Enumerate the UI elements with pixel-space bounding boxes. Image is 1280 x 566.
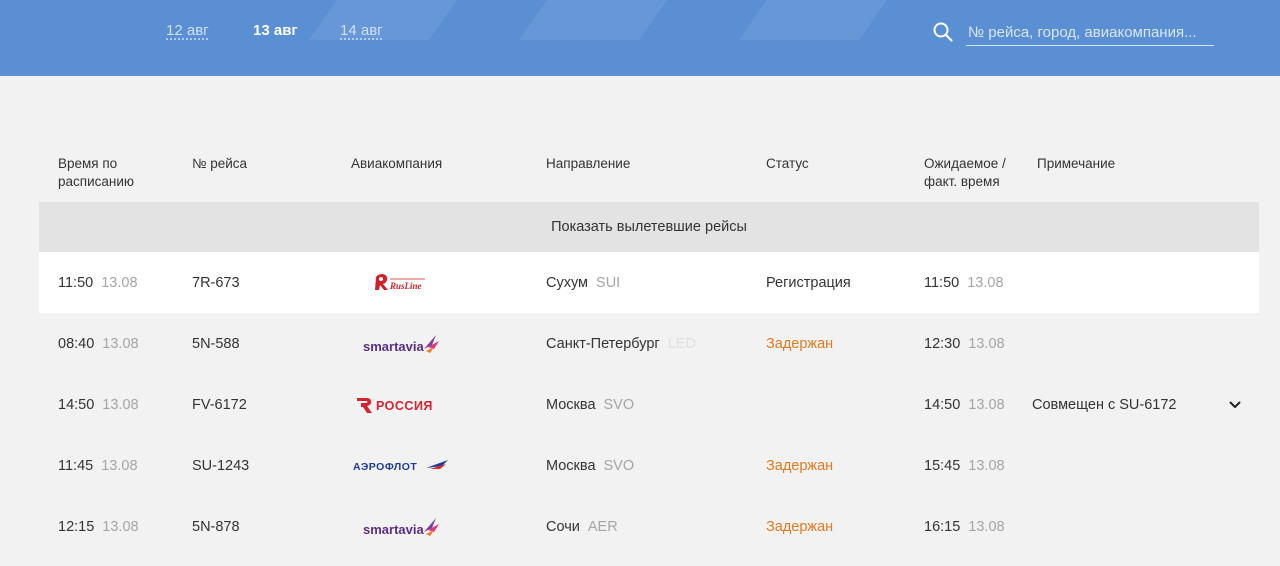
scheduled-time: 11:45 13.08 — [58, 435, 138, 496]
show-departed-button[interactable]: Показать вылетевшие рейсы — [39, 202, 1259, 252]
scheduled-time: 12:15 13.08 — [58, 496, 139, 557]
rusline-logo: RusLine — [375, 273, 425, 291]
search-icon[interactable] — [932, 21, 954, 43]
col-flight: № рейса — [192, 156, 248, 171]
rusline-wordmark: RusLine — [389, 281, 422, 291]
airline-logo-smartavia: smartavia — [362, 313, 442, 374]
status: Регистрация — [766, 274, 851, 291]
airport-code: SVO — [603, 396, 635, 413]
airline-logo-rusline: RusLine — [373, 252, 427, 313]
date-value: 13.08 — [102, 518, 139, 535]
header-decoration — [308, 0, 472, 40]
note: Совмещен с SU-6172 — [1032, 396, 1177, 413]
time-value: 12:15 — [58, 518, 95, 535]
expected-time: 12:30 13.08 — [924, 313, 1005, 374]
time-value: 14:50 — [924, 396, 961, 413]
airport-code: SUI — [596, 274, 621, 291]
col-expected-line1: Ожидаемое / — [924, 156, 1006, 171]
date-value: 13.08 — [968, 518, 1005, 535]
time-value: 15:45 — [924, 457, 961, 474]
destination: Москва SVO — [546, 435, 634, 496]
table-row[interactable]: 11:45 13.08 SU-1243 АЭРОФЛОТ Москва SVO За… — [39, 435, 1259, 496]
col-airline: Авиакомпания — [351, 156, 443, 171]
city-name: Москва — [546, 396, 596, 413]
city-name: Санкт-Петербург — [546, 335, 660, 352]
airline-logo-rossiya: РОССИЯ — [355, 374, 451, 435]
chevron-down-icon[interactable] — [1227, 374, 1243, 435]
flight-number: 7R-673 — [192, 274, 240, 291]
table-row[interactable]: 12:15 13.08 5N-878 smartavia Сочи AER Заде… — [39, 496, 1259, 557]
table-row[interactable]: 11:50 13.08 7R-673 RusLine Сухум SUI Регис… — [39, 252, 1259, 313]
col-status: Статус — [766, 156, 809, 171]
date-value: 13.08 — [968, 457, 1005, 474]
destination: Сухум SUI — [546, 252, 620, 313]
time-value: 11:50 — [924, 274, 960, 291]
expected-time: 11:50 13.08 — [924, 252, 1004, 313]
date-tab-14[interactable]: 14 авг — [340, 22, 383, 39]
date-tab-12[interactable]: 12 авг — [166, 22, 209, 39]
table-row[interactable]: 14:50 13.08 FV-6172 РОССИЯ Москва SVO 14:5… — [39, 374, 1259, 435]
scheduled-time: 08:40 13.08 — [58, 313, 139, 374]
expected-time: 15:45 13.08 — [924, 435, 1005, 496]
col-scheduled-line1: Время по — [58, 156, 118, 171]
date-value: 13.08 — [102, 396, 139, 413]
date-value: 13.08 — [101, 457, 138, 474]
rossiya-logo: РОССИЯ — [357, 397, 433, 413]
smartavia-logo: smartavia — [363, 517, 439, 537]
airline-logo-aeroflot: АЭРОФЛОТ — [352, 435, 452, 496]
col-scheduled-line2: расписанию — [58, 174, 134, 189]
header-bar: 12 авг 13 авг 14 авг — [0, 0, 1280, 76]
smartavia-wordmark: smartavia — [363, 339, 424, 354]
date-value: 13.08 — [967, 274, 1004, 291]
date-value: 13.08 — [968, 335, 1005, 352]
status: Задержан — [766, 518, 834, 535]
smartavia-logo: smartavia — [363, 334, 439, 354]
scheduled-time: 14:50 13.08 — [58, 374, 139, 435]
smartavia-wordmark: smartavia — [363, 522, 424, 537]
search-input[interactable] — [966, 20, 1214, 46]
city-name: Сухум — [546, 274, 589, 291]
expected-time: 14:50 13.08 — [924, 374, 1005, 435]
time-value: 11:45 — [58, 457, 94, 474]
date-value: 13.08 — [968, 396, 1005, 413]
date-tab-13[interactable]: 13 авг — [253, 22, 298, 39]
time-value: 14:50 — [58, 396, 95, 413]
flight-number: 5N-878 — [192, 518, 240, 535]
status: Задержан — [766, 457, 834, 474]
col-scheduled: Время по расписанию — [58, 155, 134, 191]
table-row[interactable]: 08:40 13.08 5N-588 smartavia Санкт-Петерб… — [39, 313, 1259, 374]
destination: Сочи AER — [546, 496, 618, 557]
airport-code: LED — [667, 335, 696, 352]
date-value: 13.08 — [102, 335, 139, 352]
scheduled-time: 11:50 13.08 — [58, 252, 138, 313]
expected-time: 16:15 13.08 — [924, 496, 1005, 557]
airline-logo-smartavia: smartavia — [362, 496, 442, 557]
flight-number: 5N-588 — [192, 335, 240, 352]
col-note: Примечание — [1037, 156, 1116, 171]
col-destination: Направление — [546, 156, 631, 171]
flight-number: FV-6172 — [192, 396, 247, 413]
header-decoration — [518, 0, 682, 40]
airport-code: AER — [587, 518, 618, 535]
status: Задержан — [766, 335, 834, 352]
date-value: 13.08 — [101, 274, 138, 291]
header-decoration — [738, 0, 902, 40]
time-value: 12:30 — [924, 335, 961, 352]
time-value: 16:15 — [924, 518, 961, 535]
airport-code: SVO — [603, 457, 635, 474]
city-name: Москва — [546, 457, 596, 474]
rossiya-wordmark: РОССИЯ — [376, 399, 433, 413]
flight-number: SU-1243 — [192, 457, 250, 474]
time-value: 08:40 — [58, 335, 95, 352]
time-value: 11:50 — [58, 274, 94, 291]
destination: Москва SVO — [546, 374, 634, 435]
col-expected-line2: факт. время — [924, 174, 1000, 189]
city-name: Сочи — [546, 518, 580, 535]
aeroflot-wordmark: АЭРОФЛОТ — [353, 461, 417, 473]
aeroflot-logo: АЭРОФЛОТ — [353, 459, 448, 473]
destination: Санкт-Петербург LED — [546, 313, 696, 374]
col-expected: Ожидаемое / факт. время — [924, 155, 1006, 191]
